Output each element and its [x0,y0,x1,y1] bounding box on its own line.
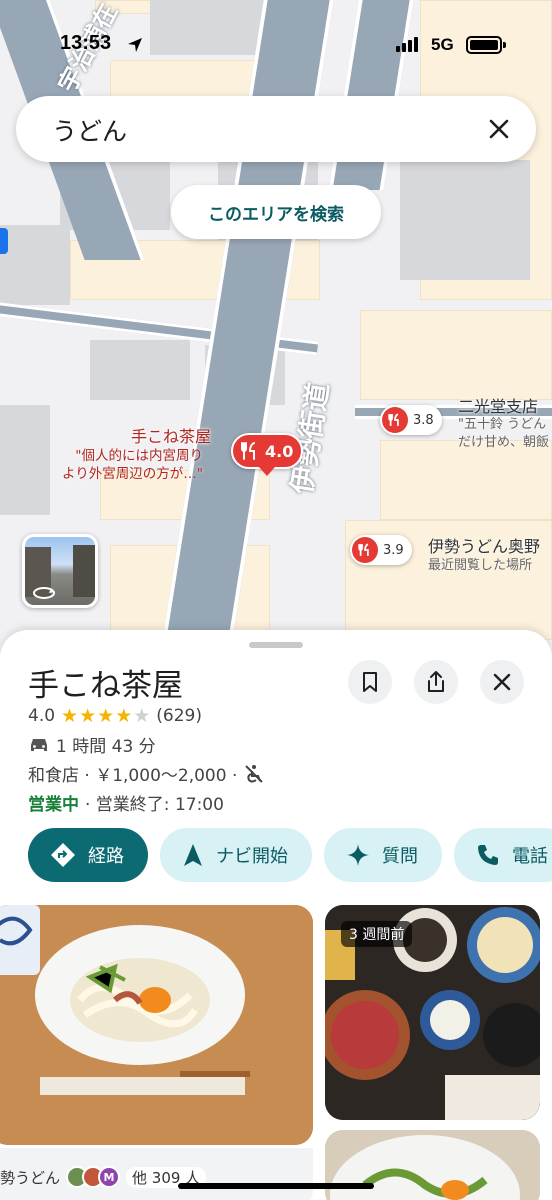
search-bar[interactable]: うどん [16,96,536,162]
photo-caption: 勢うどん M 他 309 人 [0,1166,207,1188]
hours-row[interactable]: 営業中 · 営業終了: 17:00 [28,790,224,815]
selected-place-pin[interactable]: 4.0 [231,433,304,476]
place-label[interactable]: 二光堂支店 [458,393,538,417]
snippet-line: より外宮周辺の方が…" [62,466,203,483]
network-label: 5G [431,35,454,54]
sheet-grabber[interactable] [249,642,303,648]
map-building [0,225,70,305]
closing-time: · 営業終了: 17:00 [85,795,224,815]
directions-label: 経路 [88,846,124,867]
photo-main[interactable] [0,905,313,1145]
place-title: 手こね茶屋 [28,668,183,704]
search-input[interactable]: うどん [52,112,127,148]
snippet-line: だけ甘め、朝飯 [458,434,550,450]
start-navigation-button[interactable]: ナビ開始 [160,828,312,882]
avatar: M [98,1166,121,1188]
directions-button[interactable]: 経路 [28,828,148,882]
place-label[interactable]: 伊勢うどん奥野 [428,533,540,557]
star-empty-icon: ★ [133,704,151,727]
photo-gallery[interactable]: 3 週間前 勢うどん M 他 309 人 [0,905,552,1200]
rotate-360-icon [33,587,55,599]
udon-photo-2 [325,1130,540,1200]
place-pin[interactable]: 3.9 [350,535,412,565]
ask-button[interactable]: 質問 [324,828,442,882]
map-lot [380,440,552,520]
photo-age-tag: 3 週間前 [341,921,413,947]
clear-search-button[interactable] [480,110,518,148]
map-building [400,160,530,280]
photo-udon-2[interactable] [325,1130,540,1200]
status-bar: 13:53 5G [0,0,552,90]
rating-value: 4.0 [28,706,56,726]
call-label: 電話 [512,846,548,867]
place-pin[interactable]: 3.8 [380,405,442,435]
restaurant-icon [241,442,255,460]
rating-row[interactable]: 4.0 ★ ★ ★ ★ ★ (629) [28,706,202,726]
home-indicator[interactable] [178,1183,374,1189]
place-snippet: 最近閲覧した場所 [428,558,533,573]
review-count: (629) [156,706,202,726]
place-details-sheet[interactable]: 手こね茶屋 4.0 ★ ★ ★ ★ ★ (629) 1 時間 43 分 和食店 · ￥1… [0,630,552,1200]
close-icon [493,673,511,691]
udon-photo [0,905,313,1145]
phone-icon [478,845,498,865]
search-this-area-button[interactable]: このエリアを検索 [171,185,381,239]
not-wheelchair-accessible-icon [245,764,264,783]
category-row: 和食店 · ￥1,000～2,000 · [28,761,265,786]
snippet-line: "個人的には内宮周り [75,448,203,464]
sparkle-icon [347,844,369,866]
photo-caption-text: 勢うどん [0,1168,61,1187]
selected-place-label[interactable]: 手こね茶屋 [131,423,211,447]
status-time: 13:53 [60,32,112,54]
contributor-avatars: M [66,1166,121,1188]
star-filled-icon: ★ [115,704,133,727]
directions-icon [51,843,75,867]
signal-icon [396,37,418,52]
star-filled-icon: ★ [79,704,97,727]
navigation-icon [184,844,202,866]
action-chips: 経路 ナビ開始 質問 電話 [28,828,552,882]
map-lot [360,310,552,400]
current-location-indicator [0,228,8,254]
close-button[interactable] [480,660,524,704]
share-button[interactable] [414,660,458,704]
pin-rating: 3.9 [383,542,404,558]
share-icon [428,671,444,692]
street-view-thumbnail[interactable] [22,534,98,608]
start-navigation-label: ナビ開始 [216,846,288,867]
pin-rating: 3.8 [413,412,434,428]
bookmark-icon [363,672,377,692]
restaurant-icon [382,407,408,433]
category-price: 和食店 · ￥1,000～2,000 · [28,766,238,786]
battery-icon [466,36,506,54]
restaurant-icon [352,537,378,563]
star-filled-icon: ★ [61,704,79,727]
drive-time-row: 1 時間 43 分 [28,732,156,757]
ask-label: 質問 [382,846,418,867]
snippet-line: "五十鈴 うどん [458,417,547,432]
drive-time: 1 時間 43 分 [56,737,156,757]
close-icon [489,119,509,139]
pin-rating: 4.0 [265,441,294,461]
map-building [0,405,50,515]
location-arrow-icon [128,38,142,52]
map-view[interactable]: 伊勢街道 宇治浦在 13:53 5G うどん このエリアを検索 手こね茶屋 "個… [0,0,552,660]
open-status: 営業中 [28,795,79,815]
place-snippet: "五十鈴 うどん だけ甘め、朝飯 [458,416,549,451]
selected-place-snippet: "個人的には内宮周り より外宮周辺の方が…" [62,447,203,483]
save-button[interactable] [348,660,392,704]
car-icon [31,738,47,751]
star-filled-icon: ★ [97,704,115,727]
map-building [90,340,190,400]
star-rating: ★ ★ ★ ★ ★ [61,704,151,727]
call-button[interactable]: 電話 [454,828,552,882]
